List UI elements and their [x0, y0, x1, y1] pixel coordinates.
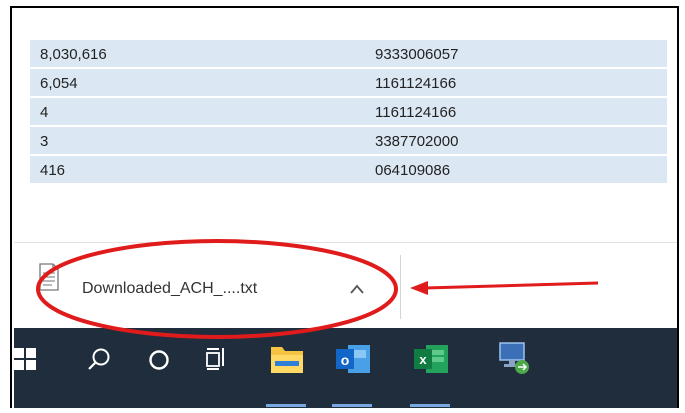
file-explorer-icon[interactable]	[270, 343, 304, 375]
taskbar: o x	[14, 328, 677, 408]
amount-cell: 4	[40, 104, 49, 121]
data-table: 8,030,616 9333006057 6,054 1161124166 4 …	[30, 40, 667, 185]
download-file-name: Downloaded_ACH_....txt	[82, 280, 258, 297]
table-row[interactable]: 6,054 1161124166	[30, 69, 667, 98]
account-cell: 3387702000	[375, 133, 459, 150]
task-view-icon[interactable]	[205, 346, 229, 372]
account-cell: 1161124166	[375, 104, 457, 121]
amount-cell: 416	[40, 162, 66, 179]
cortana-icon[interactable]	[147, 348, 171, 372]
chevron-up-icon[interactable]	[349, 283, 365, 295]
excel-icon[interactable]: x	[412, 342, 450, 376]
account-cell: 1161124166	[375, 75, 457, 92]
account-cell: 064109086	[375, 162, 451, 179]
text-file-icon	[39, 263, 59, 291]
table-row[interactable]: 8,030,616 9333006057	[30, 40, 667, 69]
table-row[interactable]: 4 1161124166	[30, 98, 667, 127]
excel-letter: x	[419, 352, 427, 367]
excel-active-indicator	[410, 404, 450, 407]
table-row[interactable]: 3 3387702000	[30, 127, 667, 156]
search-icon[interactable]	[86, 347, 112, 373]
table-row[interactable]: 416 064109086	[30, 156, 667, 185]
download-bar-divider	[400, 255, 401, 319]
network-icon[interactable]	[496, 340, 532, 376]
outlook-active-indicator	[332, 404, 372, 407]
outlook-icon[interactable]: o	[334, 342, 372, 376]
outlook-letter: o	[341, 352, 350, 368]
file-explorer-active-indicator	[266, 404, 306, 407]
amount-cell: 6,054	[40, 75, 78, 92]
amount-cell: 3	[40, 133, 49, 150]
download-bar: Downloaded_ACH_....txt	[14, 242, 677, 329]
account-cell: 9333006057	[375, 46, 459, 63]
windows-start-icon[interactable]	[14, 348, 36, 370]
amount-cell: 8,030,616	[40, 46, 107, 63]
screenshot-frame: 8,030,616 9333006057 6,054 1161124166 4 …	[10, 6, 679, 408]
